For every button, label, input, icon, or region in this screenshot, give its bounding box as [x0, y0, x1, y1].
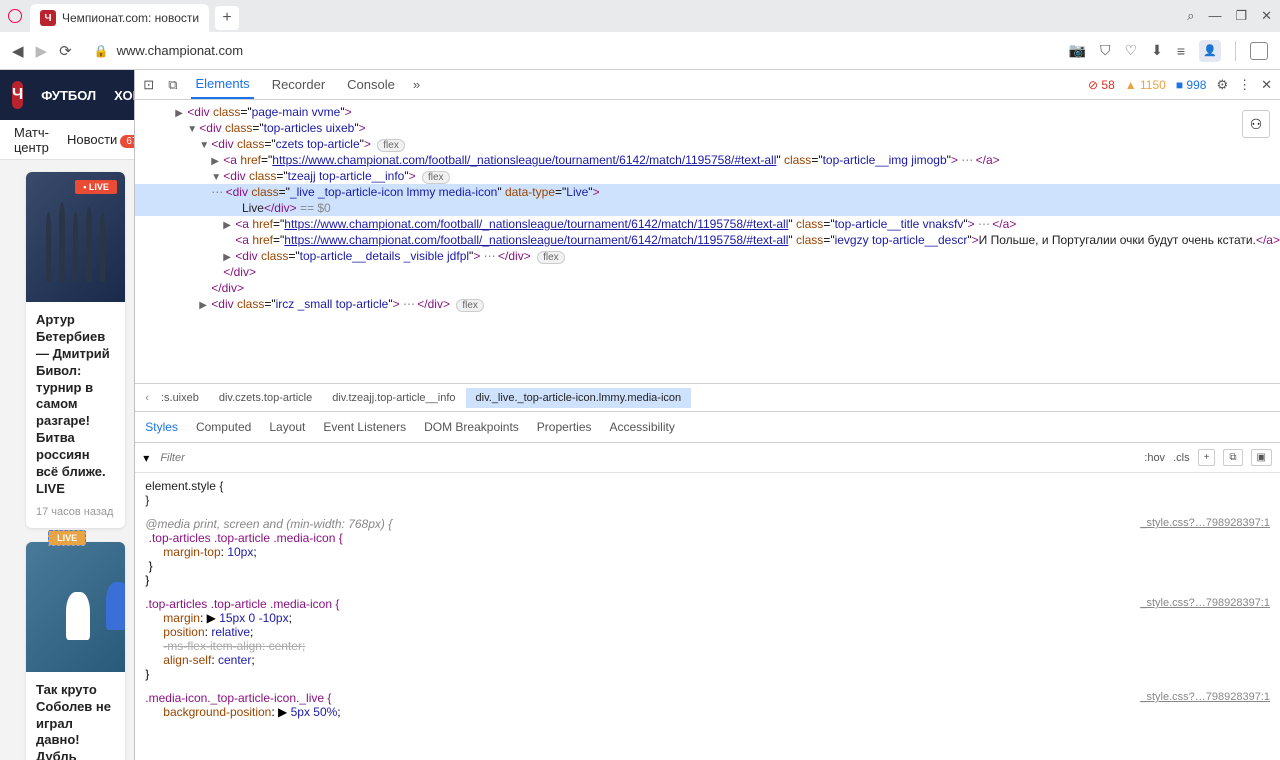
subnav: Матч-центр Новости67 Топ-матчи Билеты Ви… — [0, 120, 134, 160]
side-article-1[interactable]: • LIVE Артур Бетербиев — Дмитрий Бивол: … — [26, 172, 125, 528]
device-icon[interactable]: ⧉ — [168, 77, 177, 93]
tab-console[interactable]: Console — [343, 71, 399, 98]
accessibility-icon[interactable]: ⚇ — [1242, 110, 1270, 138]
extensions-icon[interactable] — [1250, 42, 1268, 60]
breadcrumb[interactable]: ‹ :s.uixeb div.czets.top-article div.tze… — [135, 383, 1280, 411]
nav-football[interactable]: ФУТБОЛ — [41, 88, 96, 103]
forward-button[interactable]: ▶ — [36, 42, 48, 60]
search-icon[interactable]: ⌕ — [1187, 8, 1194, 24]
tab-styles[interactable]: Styles — [145, 420, 178, 434]
live-badge: • LIVE — [75, 180, 117, 194]
browser-tab[interactable]: Ч Чемпионат.com: новости — [30, 4, 209, 32]
devtools-panel: ⊡ ⧉ Elements Recorder Console » ⊘ 58 ▲ 1… — [134, 70, 1280, 760]
box-model-icon[interactable]: ▣ — [1251, 449, 1272, 466]
warning-count[interactable]: ▲ 1150 — [1125, 78, 1166, 92]
error-count[interactable]: ⊘ 58 — [1088, 78, 1115, 92]
filter-input[interactable] — [157, 449, 1136, 467]
side-time-1: 17 часов назад — [36, 506, 113, 518]
tab-dombp[interactable]: DOM Breakpoints — [424, 420, 519, 434]
back-button[interactable]: ◀ — [12, 42, 24, 60]
nav-hockey[interactable]: ХОККЕЙ — [114, 88, 134, 103]
devtools-toolbar: ⊡ ⧉ Elements Recorder Console » ⊘ 58 ▲ 1… — [135, 70, 1280, 100]
tab-a11y[interactable]: Accessibility — [610, 420, 675, 434]
maximize-icon[interactable]: ❐ — [1235, 8, 1247, 24]
close-icon[interactable]: ✕ — [1261, 8, 1272, 24]
rule-source[interactable]: _style.css?…798928397:1 — [1140, 691, 1270, 703]
side-image-1: • LIVE — [26, 172, 125, 302]
tab-recorder[interactable]: Recorder — [268, 71, 329, 98]
browser-titlebar: Ч Чемпионат.com: новости + ⌕ — ❐ ✕ — [0, 0, 1280, 32]
tab-title: Чемпионат.com: новости — [62, 11, 199, 25]
rule-source[interactable]: _style.css?…798928397:1 — [1140, 517, 1270, 529]
menu-icon[interactable]: ≡ — [1177, 43, 1185, 59]
hov-button[interactable]: :hov — [1144, 452, 1165, 464]
tab-props[interactable]: Properties — [537, 420, 592, 434]
news-badge: 67 — [120, 135, 134, 148]
opera-icon — [8, 9, 22, 23]
add-button[interactable]: + — [1198, 449, 1216, 466]
favicon: Ч — [40, 10, 56, 26]
download-icon[interactable]: ⬇ — [1151, 42, 1163, 59]
filter-row: ▾ :hov .cls + ⧉ ▣ — [135, 443, 1280, 473]
tab-computed[interactable]: Computed — [196, 420, 251, 434]
page-content: Ч ФУТБОЛ ХОККЕЙ ТЕННИС БИВОЛ — БЕТЕРБИЕВ… — [0, 70, 134, 760]
side-title-2: Так круто Соболев не играл давно! Дубль … — [36, 682, 115, 760]
crumb-item[interactable]: div.tzeajj.top-article__info — [322, 388, 465, 408]
lock-icon: 🔒 — [94, 44, 109, 58]
side-title-1: Артур Бетербиев — Дмитрий Бивол: турнир … — [36, 312, 115, 498]
gear-icon[interactable]: ⚙ — [1216, 77, 1228, 93]
elements-tree[interactable]: ⚇ ▶<div class="page-main vvme"> ▼<div cl… — [135, 100, 1280, 383]
tab-events[interactable]: Event Listeners — [323, 420, 406, 434]
site-header: Ч ФУТБОЛ ХОККЕЙ ТЕННИС БИВОЛ — БЕТЕРБИЕВ… — [0, 70, 134, 120]
subnav-news[interactable]: Новости67 — [67, 132, 134, 147]
address-bar: ◀ ▶ ⟳ 🔒 www.championat.com 📷 ⛉ ♡ ⬇ ≡ 👤 — [0, 32, 1280, 70]
subnav-matchcenter[interactable]: Матч-центр — [14, 125, 49, 155]
styles-pane[interactable]: element.style { } _style.css?…798928397:… — [135, 473, 1280, 760]
cls-button[interactable]: .cls — [1173, 452, 1190, 464]
close-devtools-icon[interactable]: ✕ — [1261, 77, 1272, 93]
rule-source[interactable]: _style.css?…798928397:1 — [1140, 597, 1270, 609]
new-tab-button[interactable]: + — [215, 6, 239, 30]
divider — [1235, 41, 1236, 61]
minimize-icon[interactable]: — — [1208, 8, 1221, 24]
reload-button[interactable]: ⟳ — [59, 42, 72, 60]
shield-icon[interactable]: ⛉ — [1100, 42, 1111, 59]
site-logo[interactable]: Ч — [12, 81, 23, 109]
kebab-icon[interactable]: ⋮ — [1238, 77, 1251, 93]
camera-icon[interactable]: 📷 — [1069, 42, 1086, 59]
profile-button[interactable]: 👤 — [1199, 40, 1221, 62]
crumb-item[interactable]: :s.uixeb — [151, 388, 209, 408]
tab-elements[interactable]: Elements — [191, 70, 253, 99]
copy-styles-icon[interactable]: ⧉ — [1223, 449, 1242, 466]
styles-tabs: Styles Computed Layout Event Listeners D… — [135, 411, 1280, 443]
crumb-left-icon[interactable]: ‹ — [143, 392, 151, 404]
filter-icon: ▾ — [143, 451, 149, 465]
tab-layout[interactable]: Layout — [269, 420, 305, 434]
info-count[interactable]: ■ 998 — [1176, 78, 1207, 92]
element-style: element.style { — [145, 479, 223, 493]
heart-icon[interactable]: ♡ — [1125, 42, 1138, 59]
url-text: www.championat.com — [117, 43, 243, 58]
url-field[interactable]: 🔒 www.championat.com — [84, 39, 1057, 62]
crumb-item[interactable]: div.czets.top-article — [209, 388, 322, 408]
selected-element[interactable]: ⋯ <div class="_live _top-article-icon lm… — [135, 184, 1280, 200]
side-image-2 — [26, 542, 125, 672]
more-tabs-icon[interactable]: » — [413, 77, 420, 92]
crumb-item-active[interactable]: div._live._top-article-icon.lmmy.media-i… — [466, 388, 692, 408]
live-inspect-badge: LIVE — [48, 530, 86, 546]
inspect-icon[interactable]: ⊡ — [143, 77, 154, 93]
side-article-2[interactable]: Так круто Соболев не играл давно! Дубль … — [26, 542, 125, 760]
